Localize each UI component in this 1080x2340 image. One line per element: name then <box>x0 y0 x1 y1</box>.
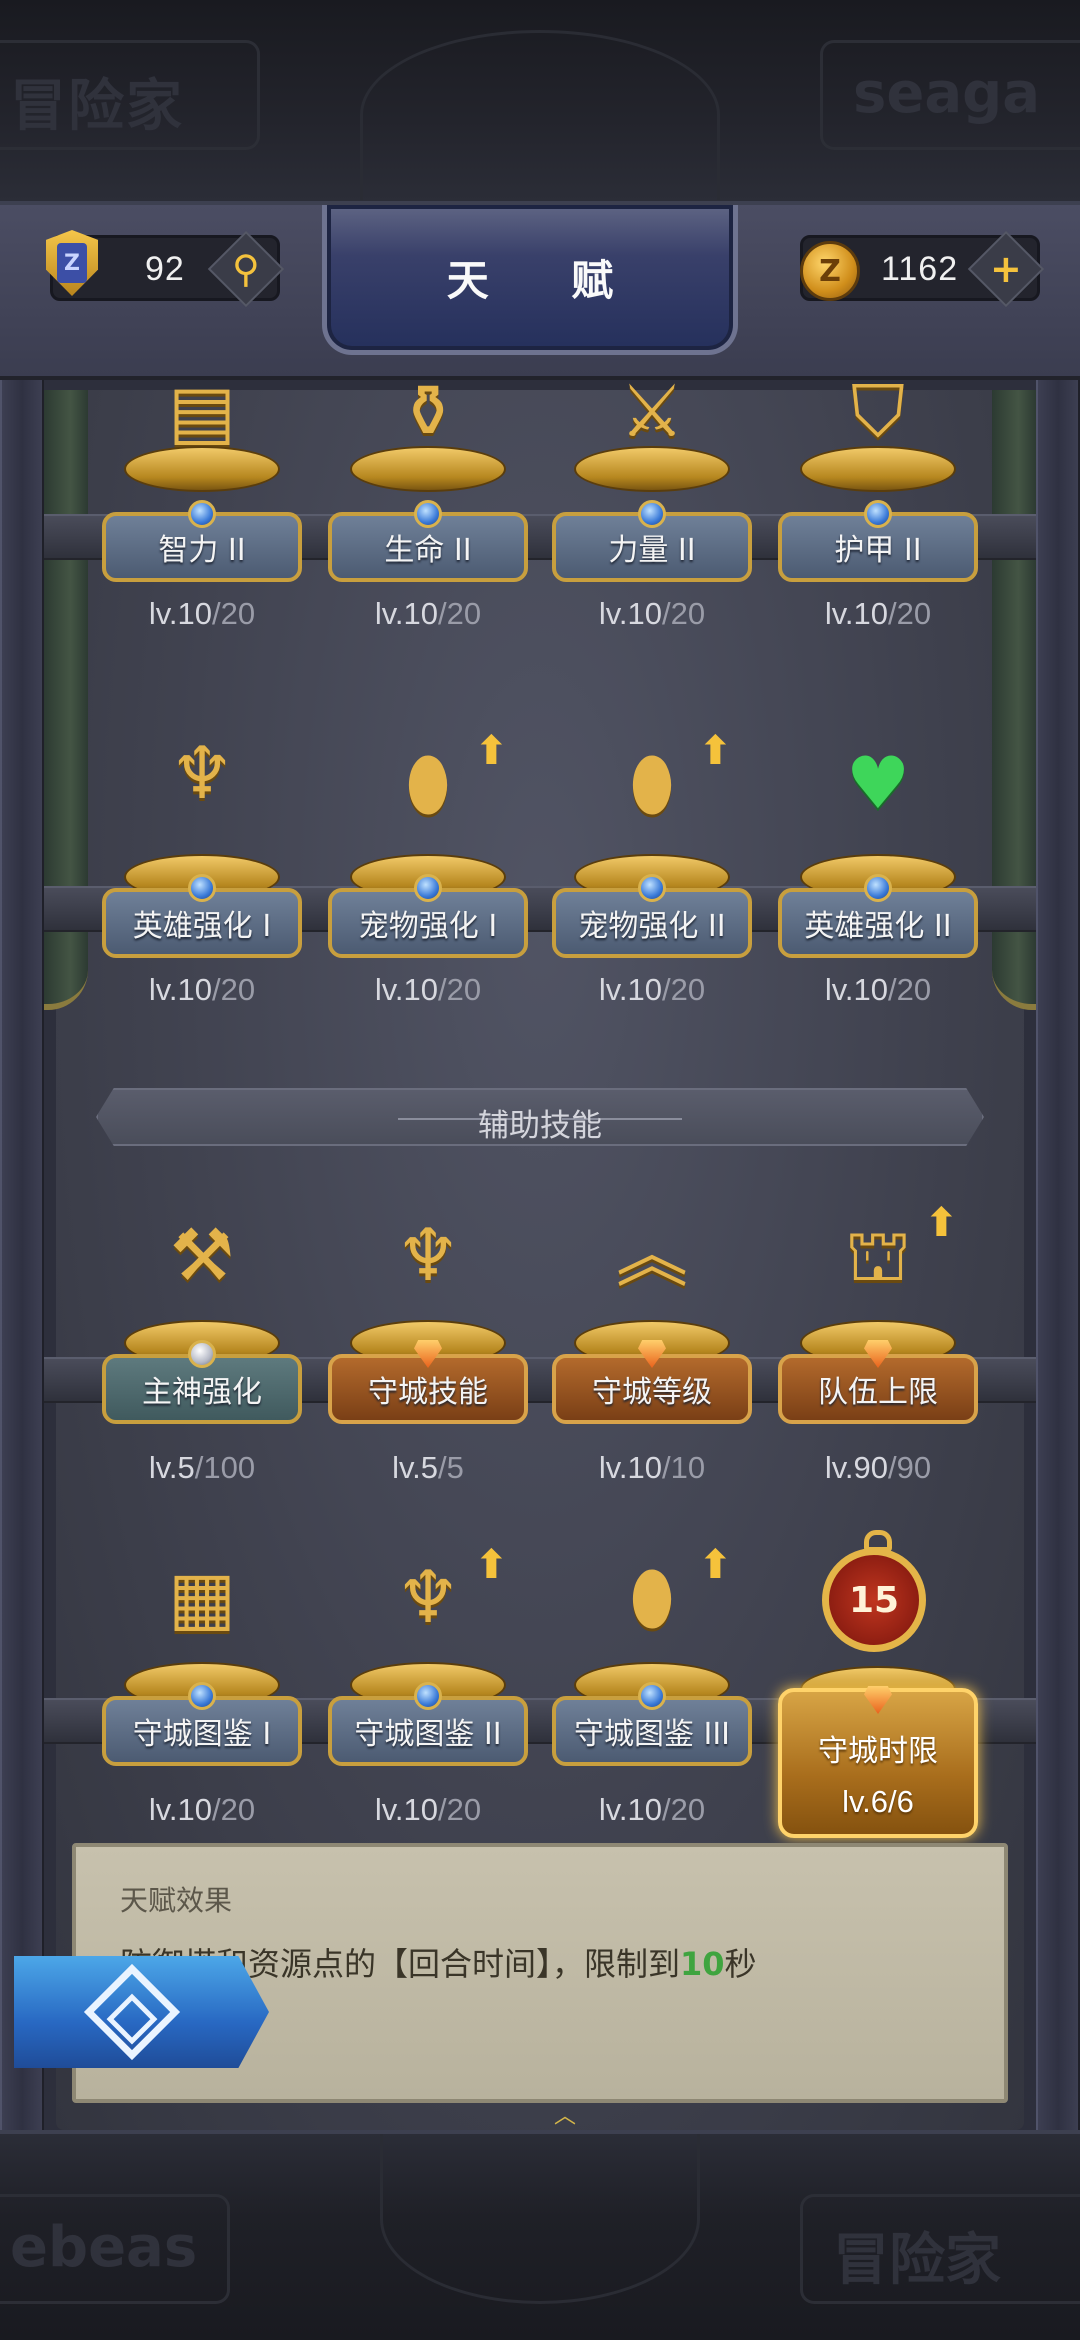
coin-counter: Z 1162 + <box>800 230 1045 308</box>
blue-gem-icon <box>638 500 666 528</box>
talent-card[interactable]: ⛉ 护甲 II lv.10/20 <box>778 375 978 656</box>
talent-card[interactable]: ⬮ ⬆ 宠物强化 II lv.10/20 <box>552 718 752 1018</box>
top-right-watermark: seaga <box>820 40 1080 150</box>
blue-gem-icon <box>414 1682 442 1710</box>
talent-level: lv.10/20 <box>598 972 706 1007</box>
coin-icon: Z <box>797 232 863 310</box>
blue-gem-icon <box>638 874 666 902</box>
badge-counter: Z 92 ⚲ <box>46 230 285 308</box>
trident-icon: ♆ <box>395 1213 461 1297</box>
upgrade-arrow-icon: ⬆ <box>924 1200 958 1246</box>
talent-card[interactable]: ︽ 守城等级 lv.10/10 <box>552 1190 752 1490</box>
talent-menu-button[interactable] <box>14 1956 269 2068</box>
blue-gem-icon <box>638 1682 666 1710</box>
talent-level: lv.10/10 <box>598 1450 706 1485</box>
coin-value: 1162 <box>881 250 959 288</box>
talent-name: 守城时限 <box>818 1734 938 1769</box>
upgrade-arrow-icon: ⬆ <box>474 1542 508 1588</box>
bottom-left-watermark: ebeas <box>0 2194 230 2304</box>
talent-level: lv.10/20 <box>824 972 932 1007</box>
grey-gem-icon <box>188 1340 216 1368</box>
talent-level: lv.10/20 <box>598 1792 706 1827</box>
blue-gem-icon <box>188 500 216 528</box>
talent-card[interactable]: ⬮ ⬆ 守城图鉴 III lv.10/20 <box>552 1532 752 1832</box>
egg-leaf-icon: ⬮ <box>629 741 675 825</box>
talent-level: lv.10/20 <box>374 596 482 631</box>
blue-gem-icon <box>414 874 442 902</box>
chevron-up-icon[interactable]: ︿ <box>554 2106 582 2128</box>
badge-value: 92 <box>145 250 185 288</box>
talent-card[interactable]: ⛫ ⬆ 队伍上限 lv.90/90 <box>778 1190 978 1490</box>
upgrade-arrow-icon: ⬆ <box>474 728 508 774</box>
diamond-emblem-icon <box>83 1963 181 2061</box>
book-egg-icon: ⬮ <box>629 1555 675 1639</box>
rank-chevron-icon: ︽ <box>615 1213 688 1297</box>
search-icon: ⚲ <box>232 247 260 291</box>
talent-level: lv.6/6 <box>842 1784 914 1819</box>
bottom-decoration: ebeas 冒险家 <box>0 2130 1080 2340</box>
bottom-center-ornament <box>380 2134 700 2304</box>
top-center-ornament <box>360 30 720 200</box>
talent-level: lv.10/20 <box>374 972 482 1007</box>
blue-gem-icon <box>864 874 892 902</box>
stopwatch-icon: 15 <box>822 1548 926 1652</box>
blue-gem-icon <box>188 874 216 902</box>
talent-card[interactable]: ♆ 英雄强化 I lv.10/20 <box>102 718 302 1018</box>
badge-shield-icon: Z <box>39 224 105 302</box>
right-pillar <box>1036 380 1080 2130</box>
talent-card[interactable]: ⬮ ⬆ 宠物强化 I lv.10/20 <box>328 718 528 1018</box>
talent-card[interactable]: ♥ 英雄强化 II lv.10/20 <box>778 718 978 1018</box>
plus-icon: + <box>990 247 1022 291</box>
effect-title: 天赋效果 <box>120 1884 233 1917</box>
talent-level: lv.5/5 <box>392 1450 464 1485</box>
talent-card-selected[interactable]: 15 守城时限 lv.6/6 <box>778 1530 978 1858</box>
talent-level: lv.90/90 <box>824 1450 932 1485</box>
talent-level: lv.10/20 <box>598 596 706 631</box>
talent-level: lv.5/100 <box>148 1450 256 1485</box>
sword-crest-icon: ♆ <box>169 731 235 815</box>
talent-level: lv.10/20 <box>374 1792 482 1827</box>
hammer-icon: ⚒ <box>169 1213 235 1297</box>
green-heart-icon: ♥ <box>845 741 911 825</box>
add-coin-button[interactable]: + <box>967 230 1045 308</box>
helmets-icon: ⛫ <box>844 1213 912 1297</box>
section-divider: 辅助技能 <box>96 1088 984 1146</box>
search-button[interactable]: ⚲ <box>207 230 285 308</box>
book-net-icon: ▦ <box>167 1555 237 1639</box>
talent-level: lv.10/20 <box>824 596 932 631</box>
talent-card[interactable]: ♆ ⬆ 守城图鉴 II lv.10/20 <box>328 1532 528 1832</box>
talent-card[interactable]: ⚒ 主神强化 lv.5/100 <box>102 1190 302 1490</box>
talent-card[interactable]: ▦ 守城图鉴 I lv.10/20 <box>102 1532 302 1832</box>
bottom-right-watermark: 冒险家 <box>800 2194 1080 2304</box>
talent-card[interactable]: ⚱ 生命 II lv.10/20 <box>328 375 528 656</box>
blue-gem-icon <box>188 1682 216 1710</box>
talent-level: lv.10/20 <box>148 1792 256 1827</box>
section-title: 辅助技能 <box>478 1108 602 1144</box>
egg-icon: ⬮ <box>405 741 451 825</box>
frame-header: Z 92 ⚲ 天 赋 Z 1162 + <box>0 205 1080 380</box>
page-title: 天 赋 <box>446 256 648 305</box>
talent-card[interactable]: ▤ 智力 II lv.10/20 <box>102 375 302 656</box>
book-trident-icon: ♆ <box>395 1555 461 1639</box>
upgrade-arrow-icon: ⬆ <box>698 728 732 774</box>
talent-level: lv.10/20 <box>148 972 256 1007</box>
left-pillar <box>0 380 44 2130</box>
blue-gem-icon <box>864 500 892 528</box>
talent-level: lv.10/20 <box>148 596 256 631</box>
title-plate: 天 赋 <box>322 205 738 355</box>
talent-card[interactable]: ♆ 守城技能 lv.5/5 <box>328 1190 528 1490</box>
blue-gem-icon <box>414 500 442 528</box>
upgrade-arrow-icon: ⬆ <box>698 1542 732 1588</box>
top-left-watermark: 冒险家 <box>0 40 260 150</box>
talent-card[interactable]: ⚔ 力量 II lv.10/20 <box>552 375 752 656</box>
top-decoration: 冒险家 seaga <box>0 0 1080 205</box>
